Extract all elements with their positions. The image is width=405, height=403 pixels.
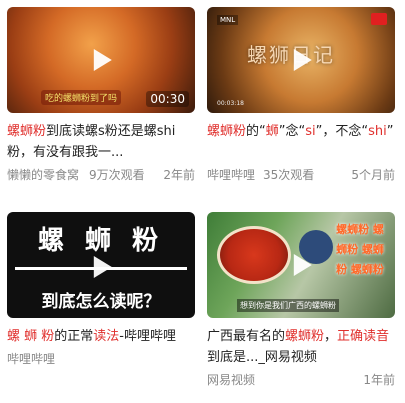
thumbnail-caption: 吃的螺蛳粉到了吗 xyxy=(41,90,122,105)
video-source[interactable]: 懒懒的零食窝 xyxy=(7,166,79,183)
noodle-bowl-image xyxy=(217,226,291,284)
title-text: 的“ xyxy=(246,124,266,139)
video-source[interactable]: 网易视频 xyxy=(207,371,255,388)
channel-brand: MNL xyxy=(217,15,239,25)
video-title[interactable]: 螺 蛳 粉的正常读法-哔哩哔哩 xyxy=(7,326,195,347)
title-highlight: 读法 xyxy=(93,329,120,344)
video-meta: 网易视频 1年前 xyxy=(207,371,395,389)
play-icon[interactable] xyxy=(93,49,112,71)
thumbnail-subtitle: 到底怎么读呢？ xyxy=(41,292,161,312)
video-meta: 哔哩哔哩 xyxy=(7,350,195,368)
title-highlight: 正确读音 xyxy=(337,329,390,344)
title-text: ” xyxy=(386,124,394,139)
video-title[interactable]: 广西最有名的螺蛳粉，正确读音到底是..._网易视频 xyxy=(207,326,395,368)
thumbnail-title: 螺狮日记 xyxy=(247,43,335,67)
title-highlight: 蛳 xyxy=(265,124,279,139)
view-count: 9万次观看 xyxy=(89,168,145,182)
title-text: ”念“ xyxy=(278,124,306,139)
video-title[interactable]: 螺蛳粉到底读螺s粉还是螺shi粉，有没有跟我一... xyxy=(7,121,195,163)
title-text: -哔哩哔哩 xyxy=(119,329,176,344)
video-thumbnail[interactable]: 螺蛳粉 螺蛳粉 螺蛳粉 螺蛳粉 想到你是我们广西的螺蛳粉 xyxy=(207,212,395,318)
publish-time: 2年前 xyxy=(163,168,195,182)
video-meta: 懒懒的零食窝 9万次观看 2年前 xyxy=(7,166,195,184)
video-meta: 哔哩哔哩 35次观看 5个月前 xyxy=(207,166,395,184)
thumbnail-sign: 螺蛳粉 螺蛳粉 螺蛳粉 螺蛳粉 xyxy=(336,223,384,276)
thumbnail-caption: 想到你是我们广西的螺蛳粉 xyxy=(237,299,339,312)
video-source[interactable]: 哔哩哔哩 xyxy=(207,166,255,183)
video-thumbnail[interactable]: 螺 蛳 粉 到底怎么读呢？ xyxy=(7,212,195,318)
title-text: 的正常 xyxy=(54,329,94,344)
title-highlight: shi xyxy=(368,124,387,139)
video-source[interactable]: 哔哩哔哩 xyxy=(7,350,55,367)
publish-time: 5个月前 xyxy=(351,168,395,182)
play-icon[interactable] xyxy=(293,49,312,71)
video-card-3[interactable]: 螺 蛳 粉 到底怎么读呢？ 螺 蛳 粉的正常读法-哔哩哔哩 哔哩哔哩 xyxy=(7,212,195,368)
publish-time: 1年前 xyxy=(363,373,395,387)
title-text: ， xyxy=(324,329,338,344)
video-title[interactable]: 螺蛳粉的“蛳”念“si”，不念“shi” xyxy=(207,121,395,163)
thumbnail-title: 螺 蛳 粉 xyxy=(37,226,165,256)
title-highlight: 螺蛳粉 xyxy=(207,124,247,139)
platform-logo-icon xyxy=(371,13,387,25)
title-highlight: 螺 蛳 粉 xyxy=(7,329,55,344)
play-icon[interactable] xyxy=(293,254,312,276)
title-text: 到底是..._网易视频 xyxy=(207,350,317,365)
title-highlight: si xyxy=(305,124,316,139)
title-highlight: 螺蛳粉 xyxy=(7,124,47,139)
view-count: 35次观看 xyxy=(263,168,315,182)
thumbnail-tag: 00:03:18 xyxy=(217,100,244,107)
video-thumbnail[interactable]: MNL 螺狮日记 00:03:18 xyxy=(207,7,395,113)
play-icon[interactable] xyxy=(93,256,112,278)
video-card-2[interactable]: MNL 螺狮日记 00:03:18 螺蛳粉的“蛳”念“si”，不念“shi” 哔… xyxy=(207,7,395,184)
title-text: 广西最有名的 xyxy=(207,329,286,344)
video-card-4[interactable]: 螺蛳粉 螺蛳粉 螺蛳粉 螺蛳粉 想到你是我们广西的螺蛳粉 广西最有名的螺蛳粉，正… xyxy=(207,212,395,389)
video-thumbnail[interactable]: 吃的螺蛳粉到了吗 00:30 xyxy=(7,7,195,113)
title-text: ”，不念“ xyxy=(315,124,369,139)
title-highlight: 螺蛳粉 xyxy=(285,329,325,344)
video-card-1[interactable]: 吃的螺蛳粉到了吗 00:30 螺蛳粉到底读螺s粉还是螺shi粉，有没有跟我一..… xyxy=(7,7,195,184)
duration-badge: 00:30 xyxy=(146,91,189,107)
